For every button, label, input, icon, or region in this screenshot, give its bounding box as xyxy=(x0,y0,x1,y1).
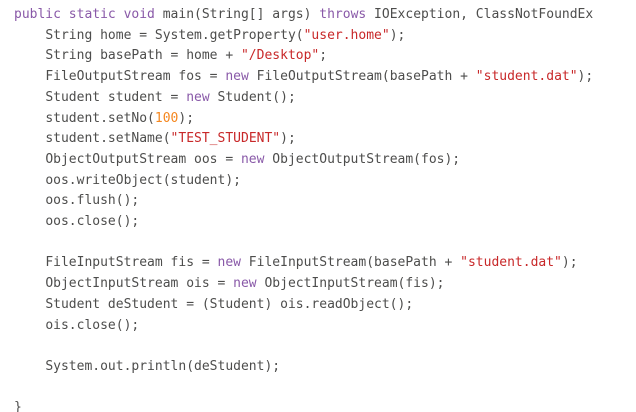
code-text: ); xyxy=(577,69,594,85)
code-line: public static void main(String[] args) t… xyxy=(14,5,593,25)
code-text: ObjectInputStream ois = xyxy=(45,276,234,292)
code-text: FileOutputStream(basePath + xyxy=(248,69,476,85)
code-string: "student.dat" xyxy=(460,255,562,271)
code-string: "student.dat" xyxy=(475,69,578,85)
code-keyword: new xyxy=(217,255,241,271)
code-text: ; xyxy=(319,48,328,64)
code-text: oos.writeObject(student); xyxy=(45,172,241,188)
code-text: Student(); xyxy=(209,89,296,105)
code-keyword: throws xyxy=(319,7,367,22)
code-line: ObjectInputStream ois = new ObjectInputS… xyxy=(14,274,444,294)
code-text: main(String[] args) xyxy=(162,7,320,22)
code-line: FileInputStream fis = new FileInputStrea… xyxy=(14,253,578,273)
code-text: ); xyxy=(280,131,296,147)
code-text: String basePath = home + xyxy=(45,48,241,64)
code-line: FileOutputStream fos = new FileOutputStr… xyxy=(14,67,593,87)
code-line: oos.flush(); xyxy=(14,191,139,211)
code-text: ObjectOutputStream oos = xyxy=(45,151,241,167)
code-string: "user.home" xyxy=(303,27,390,43)
code-line: oos.close(); xyxy=(14,212,139,232)
code-line: ObjectOutputStream oos = new ObjectOutpu… xyxy=(14,150,460,170)
code-line: String home = System.getProperty("user.h… xyxy=(14,26,405,46)
code-text: System.out.println(deStudent); xyxy=(45,358,281,374)
code-line: student.setNo(100); xyxy=(14,109,194,129)
code-text: FileInputStream(basePath + xyxy=(240,255,461,271)
code-text: Student student = xyxy=(45,89,187,105)
code-text: String home = System.getProperty( xyxy=(45,27,304,43)
code-text: ObjectInputStream(fis); xyxy=(256,276,445,292)
code-text: Student deStudent = (Student) ois.readOb… xyxy=(45,296,414,312)
code-text: IOException, ClassNotFoundEx xyxy=(366,7,594,22)
code-text: FileOutputStream fos = xyxy=(45,69,226,85)
code-keyword: new xyxy=(186,89,210,105)
code-line: System.out.println(deStudent); xyxy=(14,357,280,377)
code-line: String basePath = home + "/Desktop"; xyxy=(14,46,327,66)
code-number: 100 xyxy=(154,110,179,126)
code-line: } xyxy=(14,398,22,412)
code-keyword: new xyxy=(233,276,257,292)
code-text: oos.close(); xyxy=(45,214,140,229)
code-text: ); xyxy=(561,255,578,271)
code-string: "/Desktop" xyxy=(240,48,320,64)
code-editor[interactable]: public static void main(String[] args) t… xyxy=(0,0,636,412)
code-text: student.setNo( xyxy=(45,110,155,126)
code-text: FileInputStream fis = xyxy=(45,255,218,271)
code-line: Student student = new Student(); xyxy=(14,88,296,108)
code-text: student.setName( xyxy=(45,131,171,147)
code-line: ois.close(); xyxy=(14,316,139,336)
code-line: Student deStudent = (Student) ois.readOb… xyxy=(14,295,413,315)
code-text: } xyxy=(14,400,22,412)
code-keyword: public static void xyxy=(14,7,163,22)
code-line: student.setName("TEST_STUDENT"); xyxy=(14,129,296,149)
code-keyword: new xyxy=(240,151,265,167)
code-keyword: new xyxy=(225,69,249,85)
code-text: ois.close(); xyxy=(45,317,140,333)
code-line: oos.writeObject(student); xyxy=(14,171,241,191)
code-string: "TEST_STUDENT" xyxy=(170,131,281,147)
code-text: ); xyxy=(389,27,406,43)
code-text: oos.flush(); xyxy=(45,193,140,209)
code-text: ObjectOutputStream(fos); xyxy=(264,151,461,167)
code-text: ); xyxy=(178,110,195,126)
